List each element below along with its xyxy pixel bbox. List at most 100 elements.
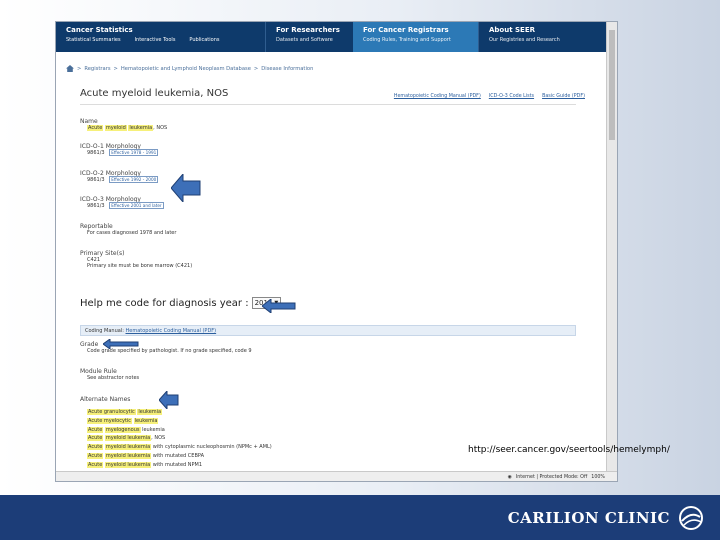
arrow-icon [171,174,201,202]
field-primary-site: Primary Site(s) C421 Primary site must b… [80,250,192,269]
field-label: Name [80,118,98,125]
coding-manual-label: Coding Manual: [85,328,124,334]
nav-for-researchers[interactable]: For Researchers Datasets and Software [265,22,353,52]
value-text: Acute [87,461,104,468]
page-title: Acute myeloid leukemia, NOS [80,88,229,99]
logo-swirl-icon [679,506,703,530]
value-text: Acute [87,426,104,433]
value-text: Acute [87,452,104,459]
nav-link-statistical-summaries[interactable]: Statistical Summaries [66,37,121,43]
value-text: Acute [87,435,104,442]
arrow-icon [103,339,139,349]
field-name: Name Acute myeloid leukemia, NOS [80,118,167,131]
breadcrumb-separator: > [113,65,118,72]
value-text: with mutated CEBPA [151,452,205,459]
alternate-names-list: Acute granulocytic leukemia Acute myelocy… [87,408,272,470]
value-text: , NOS [151,435,166,442]
value-text: Acute granulocytic [87,409,136,415]
morphology-code: 9861/3 [87,177,105,183]
field-icdo2-morphology: ICD-O-2 Morphology 9861/3 Effective 1992… [80,170,159,183]
zoom-level[interactable]: 100% [591,475,605,480]
nav-title: For Researchers [276,26,340,34]
breadcrumb-separator: > [253,65,259,72]
effective-badge: Effective 1992 - 2000 [109,176,159,183]
highlight-term: myeloid leukemia [104,435,152,442]
nav-for-cancer-registrars[interactable]: For Cancer Registrars Coding Rules, Trai… [353,22,478,52]
field-value: Acute myeloid leukemia, NOS [87,125,167,131]
alternate-name-item: Acute myeloid leukemia, NOS [87,434,272,443]
highlight-term: myeloid leukemia [104,461,152,468]
morphology-code: 9861/3 [87,150,105,156]
top-navigation: Cancer Statistics Statistical Summaries … [56,22,608,52]
alternate-name-item: Acute myelogenous leukemia [87,426,272,435]
nav-link-publications[interactable]: Publications [189,37,219,43]
browser-status-bar: ◉ Internet | Protected Mode: Off 100% [56,471,617,481]
value-text: Acute [87,125,104,131]
nav-about-seer[interactable]: About SEER Our Registries and Research [478,22,608,52]
coding-manual-link[interactable]: Hematopoietic Coding Manual (PDF) [126,328,217,334]
vertical-scrollbar[interactable] [606,22,617,471]
nav-cancer-statistics[interactable]: Cancer Statistics Statistical Summaries … [56,22,265,52]
link-basic-guide[interactable]: Basic Guide (PDF) [542,94,585,99]
link-hematopoietic-coding-manual[interactable]: Hematopoietic Coding Manual (PDF) [394,94,481,99]
highlight-term: leukemia [133,417,159,424]
field-icdo3-morphology: ICD-O-3 Morphology 9861/3 Effective 2001… [80,196,164,209]
field-reportable: Reportable For cases diagnosed 1978 and … [80,223,176,236]
breadcrumb-item-current: Disease Information [261,65,314,72]
field-alternate-names: Alternate Names [80,396,130,403]
field-value: 9861/3 Effective 1992 - 2000 [87,176,159,183]
logo-text: CARILION CLINIC [507,509,670,527]
field-label: Module Rule [80,368,117,375]
highlight-term: myeloid leukemia [104,444,152,451]
field-label: Primary Site(s) [80,250,125,257]
alternate-name-item: Acute myelocytic leukemia [87,417,272,426]
home-icon[interactable] [66,65,74,72]
field-module-rule: Module Rule See abstractor notes [80,368,139,381]
morphology-code: 9861/3 [87,203,105,209]
nav-title: Cancer Statistics [66,26,133,34]
highlight-term: myeloid [104,125,127,131]
reference-links: Hematopoietic Coding Manual (PDF) ICD-O-… [394,94,585,99]
alternate-name-item: Acute myeloid leukemia with mutated NPM1 [87,461,272,470]
highlight-term: myelogenous [104,426,141,433]
globe-icon: ◉ [507,475,512,480]
arrow-icon [262,299,296,313]
nav-subtitle: Our Registries and Research [489,37,560,43]
diagnosis-year-label: Help me code for diagnosis year : [80,297,249,309]
alternate-name-item: Acute myeloid leukemia with cytoplasmic … [87,443,272,452]
highlight-term: leukemia [128,125,154,131]
carilion-clinic-logo: CARILION CLINIC [508,505,706,531]
security-zone: Internet | Protected Mode: Off [515,475,588,480]
nav-title: About SEER [489,26,535,34]
nav-link-interactive-tools[interactable]: Interactive Tools [135,37,176,43]
field-value: See abstractor notes [87,375,140,381]
field-value: 9861/3 Effective 1978 - 1991 [87,149,159,156]
divider [80,104,576,105]
browser-screenshot: Cancer Statistics Statistical Summaries … [55,21,618,482]
value-text: Acute myelocytic [87,417,133,424]
alternate-name-item: Acute myeloid leukemia with mutated CEBP… [87,452,272,461]
breadcrumb-separator: > [77,65,82,72]
value-text: with cytoplasmic nucleophosmin (NPMc + A… [151,444,272,451]
coding-manual-bar: Coding Manual: Hematopoietic Coding Manu… [80,325,576,336]
link-icdo3-code-lists[interactable]: ICD-O-3 Code Lists [489,94,534,99]
nav-title: For Cancer Registrars [363,26,449,34]
alternate-name-item: Acute granulocytic leukemia [87,408,272,417]
highlight-term: myeloid leukemia [104,452,152,459]
scroll-thumb[interactable] [609,30,615,140]
effective-badge: Effective 1978 - 1991 [109,149,159,156]
breadcrumb-item-registrars[interactable]: Registrars [84,66,110,72]
field-label: Reportable [80,223,113,230]
breadcrumb-item-database[interactable]: Hematopoietic and Lymphoid Neoplasm Data… [121,66,251,72]
field-value: 9861/3 Effective 2001 and later [87,202,164,209]
value-text: leukemia [140,426,165,433]
field-value: Primary site must be bone marrow (C421) [87,263,193,269]
source-url-label: http://seer.cancer.gov/seertools/hemelym… [468,445,670,455]
arrow-icon [159,391,179,409]
value-text: , NOS [153,125,168,131]
nav-subtitle: Datasets and Software [276,37,333,43]
field-icdo1-morphology: ICD-O-1 Morphology 9861/3 Effective 1978… [80,143,159,156]
field-label: Alternate Names [80,396,131,403]
field-value: For cases diagnosed 1978 and later [87,230,177,236]
diagnosis-year-row: Help me code for diagnosis year : 2015 ▼ [80,297,282,309]
